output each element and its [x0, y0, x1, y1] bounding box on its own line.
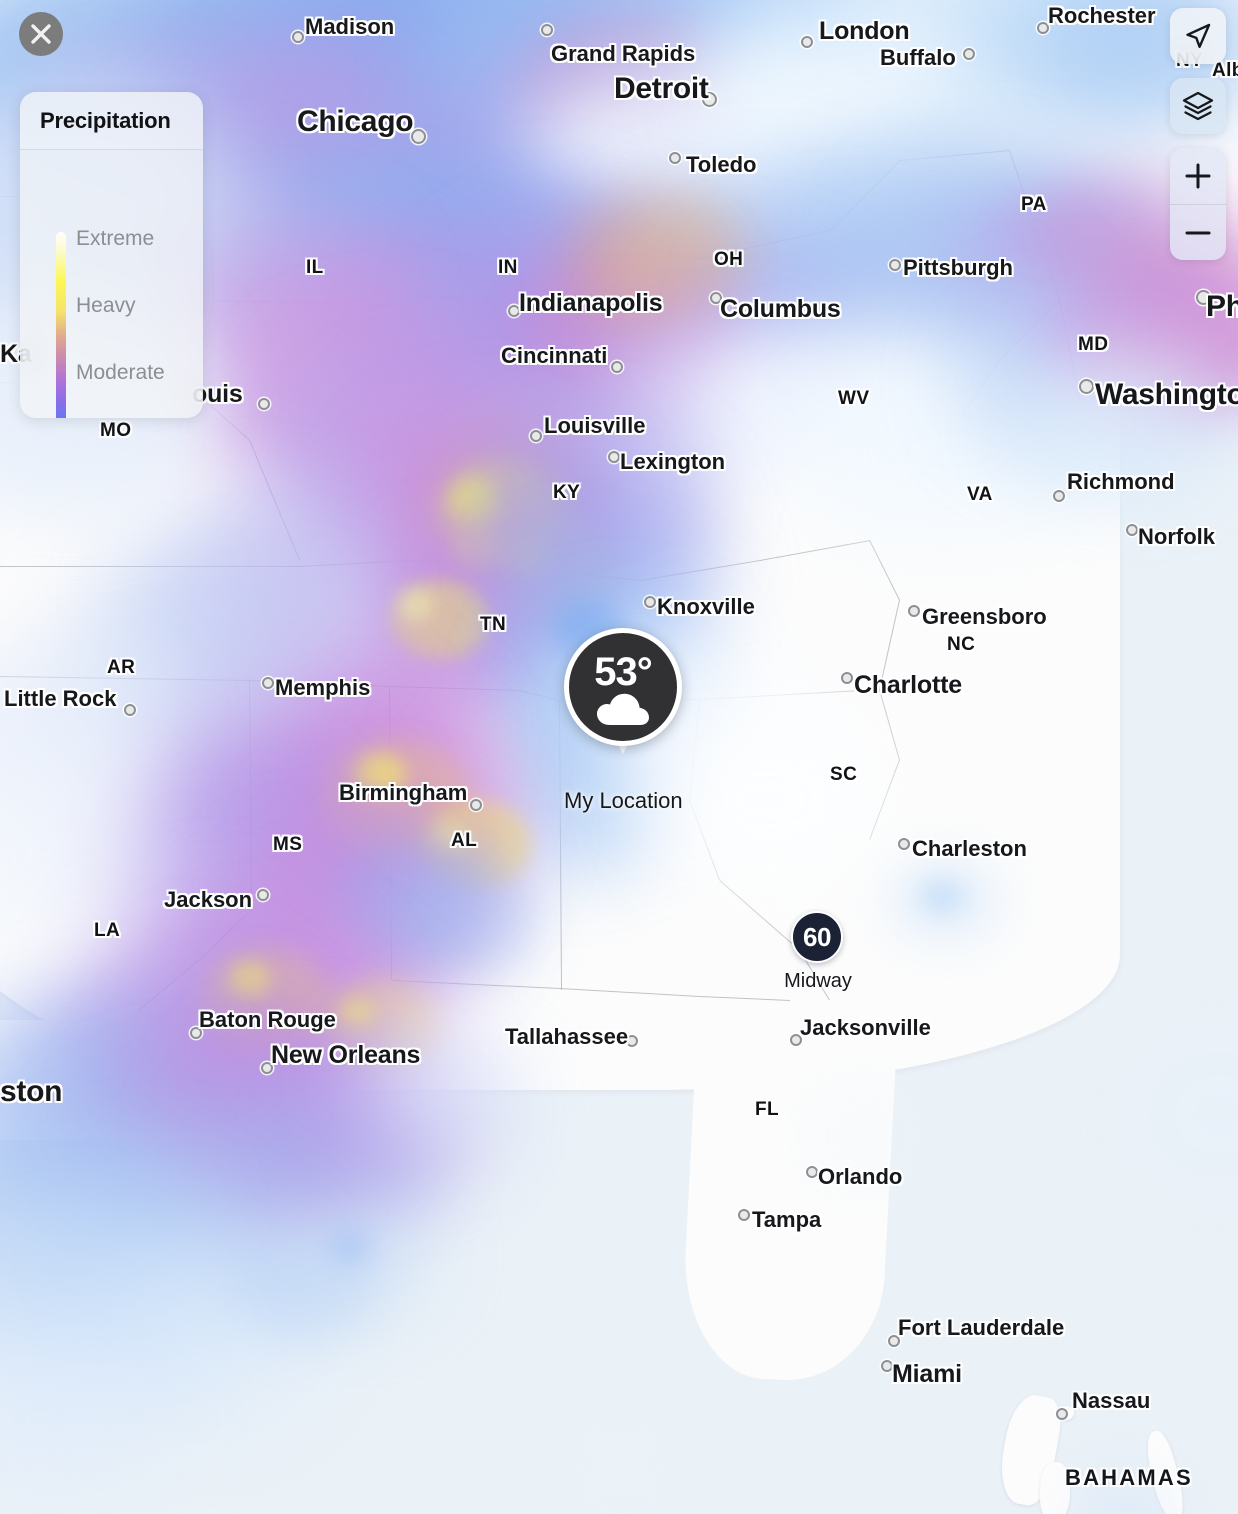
- city-dot: [806, 1166, 818, 1178]
- close-button[interactable]: [19, 12, 63, 56]
- city-dot: [508, 305, 520, 317]
- city-dot: [124, 704, 136, 716]
- city-dot: [611, 361, 623, 373]
- my-location-pin[interactable]: 53°: [564, 628, 682, 754]
- precipitation-cell: [1150, 1060, 1238, 1170]
- city-dot: [702, 92, 717, 107]
- weather-map-app: Madison Grand Rapids London Rochester Buffal…: [0, 0, 1238, 1514]
- precipitation-cell: [20, 1160, 280, 1360]
- precipitation-legend: Precipitation ExtremeHeavyModerateLight: [20, 92, 203, 418]
- legend-level-moderate: Moderate: [76, 361, 165, 384]
- map-controls: [1170, 8, 1226, 260]
- city-dot: [790, 1034, 802, 1046]
- city-dot: [644, 596, 656, 608]
- city-dot: [257, 889, 269, 901]
- highway-number: 60: [803, 921, 831, 952]
- city-dot: [1196, 290, 1211, 305]
- island-eleuthera: [1141, 1428, 1189, 1514]
- legend-body: ExtremeHeavyModerateLight: [20, 150, 203, 418]
- close-icon: [31, 24, 51, 44]
- city-dot: [1037, 22, 1049, 34]
- city-dot: [262, 677, 274, 689]
- zoom-in-button[interactable]: [1170, 148, 1226, 204]
- city-dot: [190, 1027, 202, 1039]
- city-dot: [1126, 524, 1138, 536]
- city-dot: [1053, 490, 1065, 502]
- city-label: Norfolk: [1138, 524, 1215, 549]
- city-label: Miami: [892, 1360, 962, 1388]
- precipitation-cell: [100, 1260, 320, 1430]
- legend-level-heavy: Heavy: [76, 294, 136, 317]
- border-segment: [0, 566, 300, 568]
- city-dot: [841, 672, 853, 684]
- city-dot: [292, 31, 304, 43]
- city-dot: [258, 398, 270, 410]
- legend-header: Precipitation: [20, 92, 203, 150]
- precipitation-cell: [0, 1330, 160, 1510]
- landmass-florida: [679, 955, 901, 1385]
- plus-icon: [1185, 163, 1211, 189]
- city-dot: [888, 1335, 900, 1347]
- zoom-out-button[interactable]: [1170, 204, 1226, 260]
- city-dot: [411, 129, 426, 144]
- precipitation-cell: [0, 1120, 190, 1340]
- city-dot: [470, 799, 482, 811]
- city-dot: [1079, 379, 1094, 394]
- legend-level-extreme: Extreme: [76, 227, 155, 250]
- city-dot: [881, 1360, 893, 1372]
- city-label: Fort Lauderdale: [898, 1315, 1065, 1340]
- city-dot: [801, 36, 813, 48]
- city-dot: [541, 24, 553, 36]
- highway-shield-60[interactable]: 60: [791, 911, 843, 963]
- navigation-arrow-icon: [1186, 23, 1211, 48]
- island-bahamas-south: [1040, 1462, 1070, 1514]
- city-dot: [530, 430, 542, 442]
- precipitation-cell: [230, 1230, 380, 1340]
- city-dot: [1056, 1408, 1068, 1420]
- legend-gradient-bar: [56, 232, 66, 418]
- highway-place-label: Midway: [784, 970, 852, 992]
- map-layers-button[interactable]: [1170, 78, 1226, 134]
- city-dot: [261, 1062, 273, 1074]
- minus-icon: [1185, 231, 1211, 234]
- cloud-icon: [597, 693, 649, 725]
- legend-title: Precipitation: [40, 107, 171, 133]
- city-dot: [908, 605, 920, 617]
- layers-stack-icon: [1182, 91, 1214, 121]
- legend-label-list: ExtremeHeavyModerateLight: [76, 228, 196, 418]
- landmass-gulf-coast: [0, 1020, 360, 1140]
- city-dot: [626, 1035, 638, 1047]
- city-dot: [669, 152, 681, 164]
- city-dot: [898, 838, 910, 850]
- city-dot: [608, 451, 620, 463]
- city-label: Nassau: [1072, 1388, 1151, 1413]
- city-dot: [738, 1209, 750, 1221]
- precipitation-cell: [300, 1200, 430, 1310]
- city-dot: [710, 292, 722, 304]
- city-dot: [889, 259, 901, 271]
- precipitation-cell: [330, 1230, 370, 1264]
- pin-circle: 53°: [564, 628, 682, 746]
- precipitation-cell: [560, 1420, 680, 1510]
- location-temperature: 53°: [594, 649, 652, 694]
- locate-me-button[interactable]: [1170, 8, 1226, 64]
- city-dot: [963, 48, 975, 60]
- precipitation-cell: [0, 1230, 200, 1430]
- zoom-controls: [1170, 148, 1226, 260]
- my-location-label: My Location: [564, 788, 683, 813]
